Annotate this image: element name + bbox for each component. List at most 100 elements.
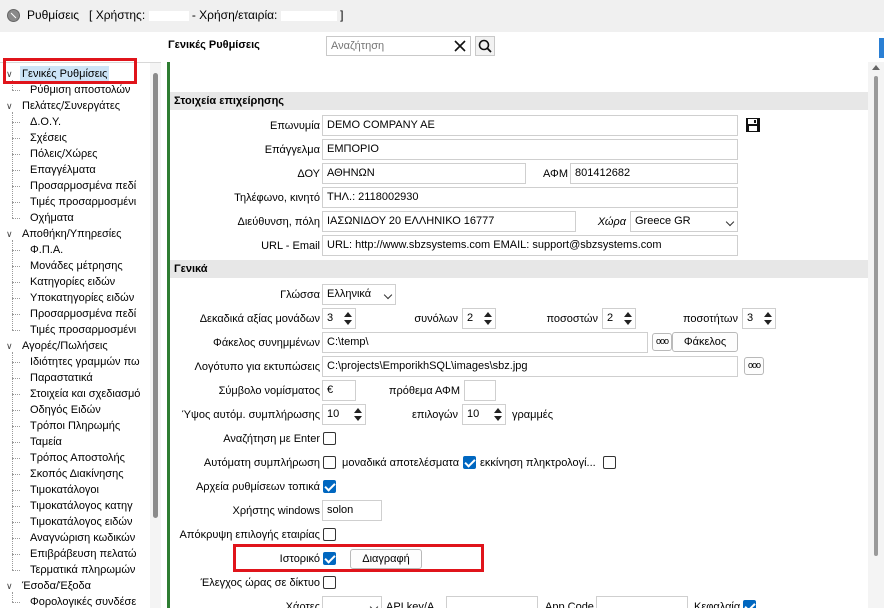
logo-field[interactable]: C:\projects\EmporikhSQL\images\sbz.jpg bbox=[322, 356, 738, 377]
profession-field[interactable]: ΕΜΠΟΡΙΟ bbox=[322, 139, 738, 160]
search-box[interactable] bbox=[326, 36, 471, 56]
url-label: URL - Email bbox=[261, 240, 320, 252]
tree-item-label: Αγορές/Πωλήσεις bbox=[22, 340, 108, 352]
maps-select[interactable] bbox=[322, 596, 382, 608]
search-input[interactable] bbox=[327, 37, 447, 55]
tree-scroll-thumb[interactable] bbox=[153, 73, 158, 518]
afm-prefix-label: πρόθεμα ΑΦΜ bbox=[388, 385, 460, 397]
decimals-stepper[interactable]: 3 bbox=[322, 308, 356, 329]
totals-stepper[interactable]: 2 bbox=[462, 308, 496, 329]
language-label: Γλώσσα bbox=[280, 289, 320, 301]
api-key-field[interactable] bbox=[446, 596, 538, 608]
tree-item-label: Ταμεία bbox=[30, 436, 62, 448]
hide-company-checkbox[interactable] bbox=[323, 528, 336, 541]
hide-company-label: Απόκρυψη επιλογής εταιρίας bbox=[179, 529, 320, 541]
spin-arrows-icon[interactable] bbox=[353, 407, 363, 422]
address-field[interactable]: ΙΑΣΩΝΙΔΟΥ 20 ΕΛΛΗΝΙΚΟ 16777 bbox=[322, 211, 576, 232]
app-code-label: App Code bbox=[545, 601, 594, 608]
unique-results-checkbox[interactable] bbox=[463, 456, 476, 469]
autofill-height-stepper[interactable]: 10 bbox=[322, 404, 366, 425]
accent-strip bbox=[879, 38, 884, 58]
browse-attach-button[interactable]: ooo bbox=[652, 333, 672, 351]
country-value: Greece GR bbox=[635, 215, 691, 227]
search-button[interactable] bbox=[475, 36, 495, 56]
url-field[interactable]: URL: http://www.sbzsystems.com EMAIL: su… bbox=[322, 235, 738, 256]
name-label: Επωνυμία bbox=[269, 120, 320, 132]
spin-arrows-icon[interactable] bbox=[483, 311, 493, 326]
net-time-checkbox[interactable] bbox=[323, 576, 336, 589]
tree-item-label: Τιμές προσαρμοσμένι bbox=[30, 196, 137, 208]
redacted-company bbox=[280, 10, 337, 21]
scroll-up-icon[interactable] bbox=[872, 65, 880, 70]
tree-item-label: Τρόπος Αποστολής bbox=[30, 452, 125, 464]
general-section-header: Γενικά bbox=[170, 260, 868, 278]
unique-results-label: μοναδικά αποτελέσματα bbox=[342, 457, 460, 469]
options-label: επιλογών bbox=[412, 409, 458, 421]
autofill-height-value: 10 bbox=[327, 408, 340, 420]
keyboard-start-label: εκκίνηση πληκτρολογί... bbox=[480, 457, 596, 469]
clear-search-icon[interactable] bbox=[451, 37, 469, 55]
totals-value: 2 bbox=[467, 312, 474, 324]
language-select[interactable]: Ελληνικά bbox=[322, 284, 396, 305]
country-select[interactable]: Greece GR bbox=[630, 211, 738, 232]
tree-item-label: Ιδιότητες γραμμών πω bbox=[30, 356, 140, 368]
currency-field[interactable]: € bbox=[322, 380, 356, 401]
spin-arrows-icon[interactable] bbox=[493, 407, 503, 422]
spin-arrows-icon[interactable] bbox=[623, 311, 633, 326]
attach-folder-field[interactable]: C:\temp\ bbox=[322, 332, 648, 353]
windows-user-label: Χρήστης windows bbox=[232, 505, 320, 517]
tree-item-label: Τιμοκατάλογος ειδών bbox=[30, 516, 133, 528]
afm-field[interactable]: 801412682 bbox=[570, 163, 738, 184]
options-value: 10 bbox=[467, 408, 480, 420]
maps-label: Χάρτες bbox=[285, 601, 320, 608]
tree-scrollbar[interactable] bbox=[150, 63, 161, 608]
panel-scrollbar[interactable] bbox=[868, 62, 884, 608]
tree-item-label: Οχήματα bbox=[30, 212, 74, 224]
panel-scroll-thumb[interactable] bbox=[874, 76, 878, 556]
doy-field[interactable]: ΑΘΗΝΩΝ bbox=[322, 163, 526, 184]
tree-item-label: Οδηγός Ειδών bbox=[30, 404, 101, 416]
business-section-header: Στοιχεία επιχείρησης bbox=[170, 92, 868, 110]
qty-stepper[interactable]: 3 bbox=[742, 308, 776, 329]
keyboard-start-checkbox[interactable] bbox=[603, 456, 616, 469]
tree-item-label: Αποθήκη/Υπηρεσίες bbox=[22, 228, 122, 240]
options-stepper[interactable]: 10 bbox=[462, 404, 506, 425]
percent-stepper[interactable]: 2 bbox=[602, 308, 636, 329]
country-label: Χώρα bbox=[597, 216, 626, 228]
currency-label: Σύμβολο νομίσματος bbox=[218, 385, 320, 397]
phone-field[interactable]: ΤΗΛ.: 2118002930 bbox=[322, 187, 738, 208]
app-code-field[interactable] bbox=[596, 596, 688, 608]
tree-item-label: Πόλεις/Χώρες bbox=[30, 148, 98, 160]
logo-label: Λογότυπο για εκτυπώσεις bbox=[194, 361, 320, 373]
windows-user-field[interactable]: solon bbox=[322, 500, 382, 521]
history-highlight-box bbox=[233, 544, 484, 572]
local-settings-label: Αρχεία ρυθμίσεων τοπικά bbox=[195, 481, 320, 493]
lines-label: γραμμές bbox=[512, 409, 553, 421]
afm-prefix-field[interactable] bbox=[464, 380, 496, 401]
percent-label: ποσοστών bbox=[546, 313, 598, 325]
name-field[interactable]: DEMO COMPANY AE bbox=[322, 115, 738, 136]
save-icon[interactable] bbox=[745, 117, 761, 133]
decimals-value: 3 bbox=[327, 312, 334, 324]
tree-highlight-box bbox=[3, 58, 137, 84]
tree-item-label: Υποκατηγορίες ειδών bbox=[30, 292, 135, 304]
chevron-down-icon bbox=[369, 602, 379, 608]
tree-item-label: Τιμές προσαρμοσμένι bbox=[30, 324, 137, 336]
browse-logo-button[interactable]: ooo bbox=[744, 357, 764, 375]
chevron-down-icon bbox=[383, 290, 393, 300]
tree-item-label: Φ.Π.Α. bbox=[30, 244, 64, 256]
tree-item-label: Προσαρμοσμένα πεδί bbox=[30, 308, 137, 320]
spin-arrows-icon[interactable] bbox=[343, 311, 353, 326]
local-settings-checkbox[interactable] bbox=[323, 480, 336, 493]
tree-item-label: Φορολογικές συνδέσε bbox=[30, 596, 137, 608]
capitals-checkbox[interactable] bbox=[743, 600, 756, 608]
settings-header-label: Γενικές Ρυθμίσεις bbox=[168, 39, 260, 51]
folder-button[interactable]: Φάκελος bbox=[672, 332, 738, 352]
search-enter-checkbox[interactable] bbox=[323, 432, 336, 445]
search-icon bbox=[478, 39, 492, 53]
profession-label: Επάγγελμα bbox=[264, 144, 320, 156]
redacted-user bbox=[148, 10, 189, 21]
spin-arrows-icon[interactable] bbox=[763, 311, 773, 326]
tree-item-label: Αναγνώριση κωδικών bbox=[30, 532, 136, 544]
autocomplete-checkbox[interactable] bbox=[323, 456, 336, 469]
